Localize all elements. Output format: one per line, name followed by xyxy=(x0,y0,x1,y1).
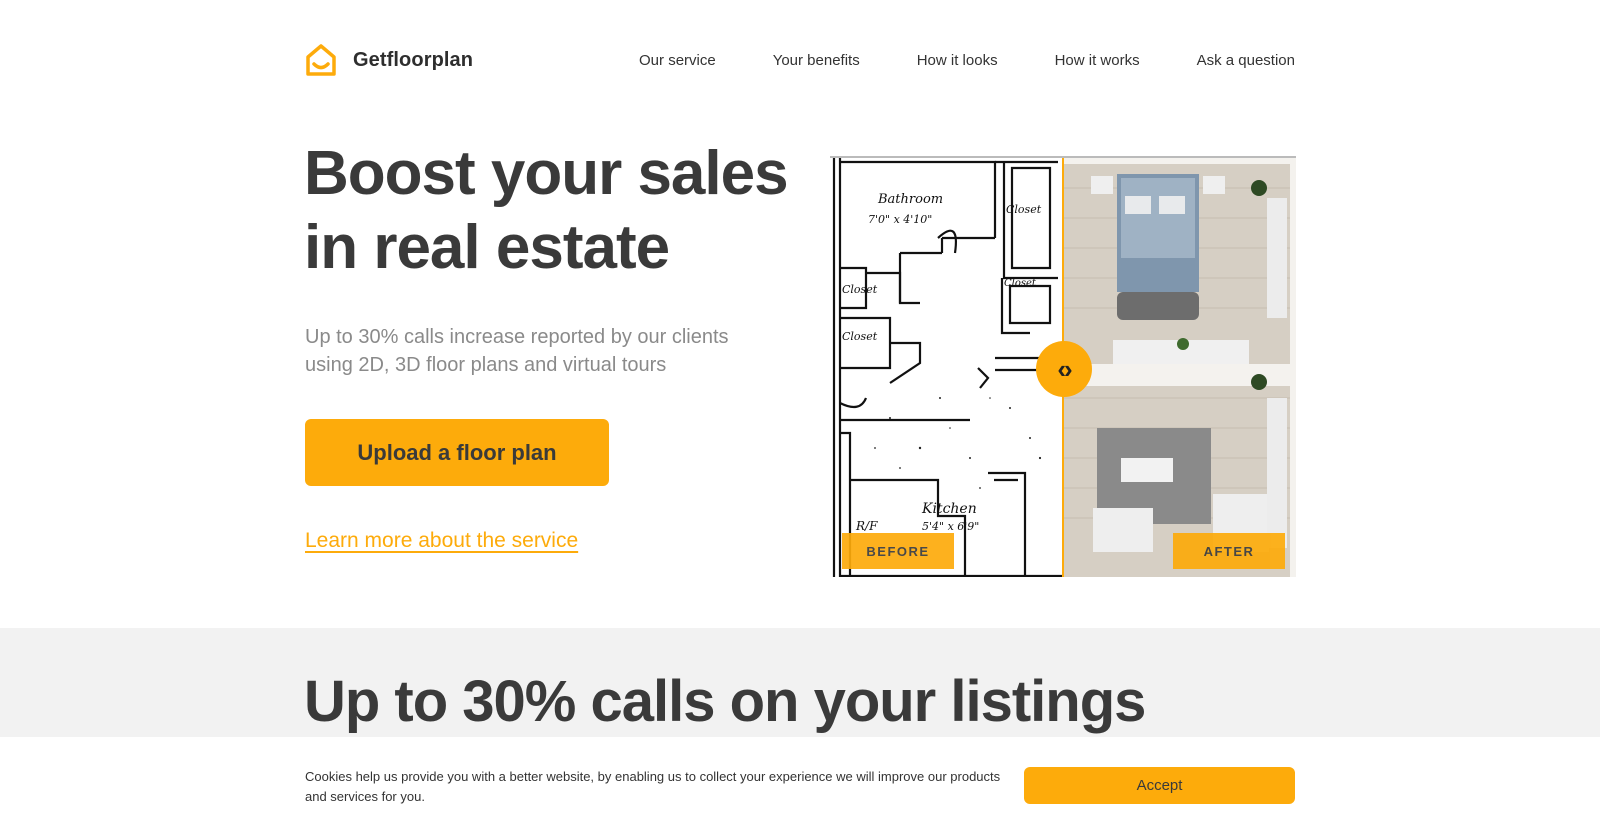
upload-floor-plan-button[interactable]: Upload a floor plan xyxy=(305,419,609,486)
after-label: AFTER xyxy=(1173,533,1285,569)
nav-how-it-looks[interactable]: How it looks xyxy=(917,52,998,69)
sketch-label-closet-1: Closet xyxy=(1006,203,1042,216)
section-title: Up to 30% calls on your listings xyxy=(304,669,1146,734)
after-3d-floorplan-image xyxy=(1063,158,1296,577)
sketch-label-closet-3: Closet xyxy=(842,283,878,296)
cookie-banner: Cookies help us provide you with a bette… xyxy=(0,737,1600,834)
sketch-label-bathroom-size: 7'0" x 4'10" xyxy=(868,213,932,226)
cookie-text: Cookies help us provide you with a bette… xyxy=(305,769,1001,804)
brand-name: Getfloorplan xyxy=(353,48,474,71)
main-nav: Our service Your benefits How it looks H… xyxy=(639,36,1295,84)
nav-how-it-works[interactable]: How it works xyxy=(1055,52,1140,69)
hero-subtitle: Up to 30% calls increase reported by our… xyxy=(305,326,729,376)
sketch-label-closet-2: Closet xyxy=(1004,278,1037,289)
house-smile-icon xyxy=(306,44,336,76)
before-sketch-image: Bathroom 7'0" x 4'10" Closet Closet Clos… xyxy=(830,158,1063,577)
logo[interactable]: Getfloorplan xyxy=(305,43,473,77)
hero-title: Boost your sales in real estate xyxy=(304,139,789,282)
rendered-floorplan-drawing xyxy=(1063,158,1296,577)
sketch-label-kitchen: Kitchen xyxy=(921,501,977,517)
sketch-label-rf: R/F xyxy=(855,519,878,533)
chevron-left-right-icon[interactable]: ‹› xyxy=(1036,341,1092,397)
learn-more-link[interactable]: Learn more about the service xyxy=(305,529,578,553)
sketch-floorplan-drawing: Bathroom 7'0" x 4'10" Closet Closet Clos… xyxy=(832,158,1063,577)
nav-ask-a-question[interactable]: Ask a question xyxy=(1197,52,1295,69)
accept-cookies-button[interactable]: Accept xyxy=(1024,767,1295,804)
site-header: Getfloorplan Our service Your benefits H… xyxy=(305,36,1295,84)
before-after-slider[interactable]: Bathroom 7'0" x 4'10" Closet Closet Clos… xyxy=(830,156,1296,577)
sketch-label-kitchen-size: 5'4" x 6'9" xyxy=(922,520,979,533)
nav-our-service[interactable]: Our service xyxy=(639,52,716,69)
nav-your-benefits[interactable]: Your benefits xyxy=(773,52,860,69)
before-label: BEFORE xyxy=(842,533,954,569)
sketch-label-bathroom: Bathroom xyxy=(877,192,943,207)
sketch-label-closet-4: Closet xyxy=(842,330,878,343)
